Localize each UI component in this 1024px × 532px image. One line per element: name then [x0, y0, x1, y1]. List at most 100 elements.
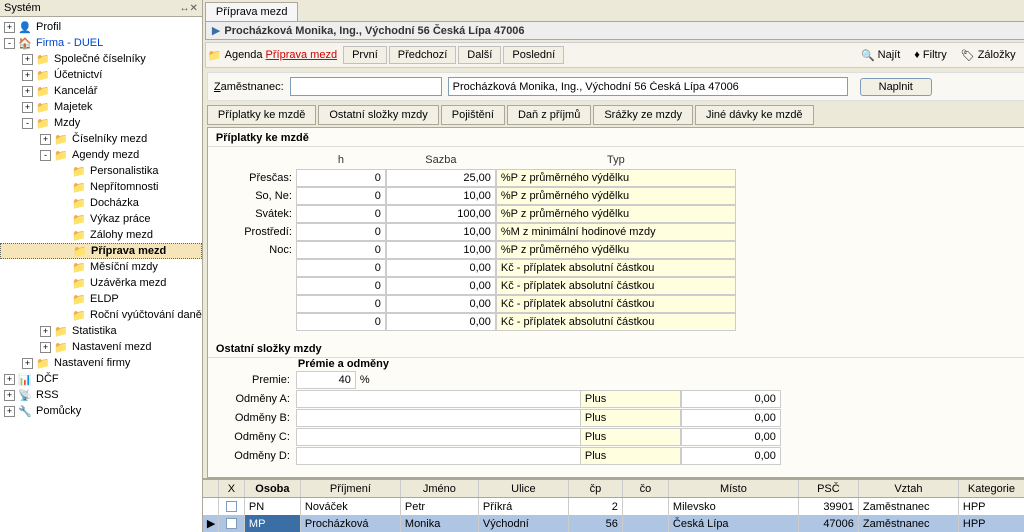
odmeny-text-input[interactable]	[296, 390, 581, 408]
col-kategorie[interactable]: Kategorie	[959, 480, 1024, 497]
odmeny-plus-input[interactable]	[581, 409, 681, 427]
tree-item[interactable]: 📁Docházka	[0, 195, 202, 211]
cell-h[interactable]: 0	[296, 223, 386, 241]
cell-sazba[interactable]: 25,00	[386, 169, 496, 187]
tree-item[interactable]: +📡RSS	[0, 387, 202, 403]
col-jmeno[interactable]: Jméno	[401, 480, 479, 497]
tree-item[interactable]: +📁Číselníky mezd	[0, 131, 202, 147]
cell-h[interactable]: 0	[296, 169, 386, 187]
expand-icon[interactable]: -	[22, 118, 33, 129]
tree-item[interactable]: 📁Zálohy mezd	[0, 227, 202, 243]
nav-prev-button[interactable]: Předchozí	[389, 46, 457, 64]
expand-icon[interactable]: +	[4, 374, 15, 385]
cell-sazba[interactable]: 0,00	[386, 277, 496, 295]
cell-typ[interactable]: Kč - příplatek absolutní částkou	[496, 277, 736, 295]
toolbar-agenda-name[interactable]: Příprava mezd	[266, 49, 338, 61]
tree-item[interactable]: +📁Majetek	[0, 99, 202, 115]
odmeny-text-input[interactable]	[296, 447, 581, 465]
odmeny-plus-input[interactable]	[581, 447, 681, 465]
expand-icon[interactable]: -	[4, 38, 15, 49]
main-tab[interactable]: Příprava mezd	[205, 2, 299, 21]
bookmarks-button[interactable]: 🏷Záložky	[955, 47, 1022, 64]
cell-h[interactable]: 0	[296, 205, 386, 223]
odmeny-plus-input[interactable]	[581, 428, 681, 446]
col-ulice[interactable]: Ulice	[479, 480, 569, 497]
expand-icon[interactable]: +	[22, 54, 33, 65]
subtab[interactable]: Pojištění	[441, 105, 505, 125]
table-row[interactable]: ▶MPProcházkováMonikaVýchodní56Česká Lípa…	[203, 515, 1024, 532]
tree-item[interactable]: 📁ELDP	[0, 291, 202, 307]
expand-icon[interactable]	[58, 230, 69, 241]
tree-item[interactable]: 📁Příprava mezd	[0, 243, 202, 259]
cell-h[interactable]: 0	[296, 313, 386, 331]
cell-typ[interactable]: Kč - příplatek absolutní částkou	[496, 259, 736, 277]
cell-sazba[interactable]: 100,00	[386, 205, 496, 223]
expand-icon[interactable]	[59, 246, 70, 257]
sidebar-collapse-icon[interactable]: ↔✕	[180, 3, 198, 14]
tree-item[interactable]: -📁Mzdy	[0, 115, 202, 131]
tree-item[interactable]: +📁Kancelář	[0, 83, 202, 99]
tree-item[interactable]: 📁Výkaz práce	[0, 211, 202, 227]
employee-code-input[interactable]	[290, 77, 442, 96]
subtab[interactable]: Jiné dávky ke mzdě	[695, 105, 814, 125]
expand-icon[interactable]: +	[22, 358, 33, 369]
cell-sazba[interactable]: 0,00	[386, 313, 496, 331]
odmeny-value-input[interactable]	[681, 390, 781, 408]
tree-item[interactable]: +📁Nastavení mezd	[0, 339, 202, 355]
cell-sazba[interactable]: 10,00	[386, 187, 496, 205]
subtab[interactable]: Příplatky ke mzdě	[207, 105, 316, 125]
expand-icon[interactable]: +	[22, 70, 33, 81]
expand-icon[interactable]	[58, 182, 69, 193]
col-x[interactable]: X	[219, 480, 245, 497]
cell-checkbox[interactable]	[219, 498, 245, 515]
cell-sazba[interactable]: 0,00	[386, 259, 496, 277]
tree-item[interactable]: +👤Profil	[0, 19, 202, 35]
col-misto[interactable]: Místo	[669, 480, 799, 497]
odmeny-value-input[interactable]	[681, 447, 781, 465]
expand-icon[interactable]: -	[40, 150, 51, 161]
odmeny-value-input[interactable]	[681, 428, 781, 446]
tree-item[interactable]: +🔧Pomůcky	[0, 403, 202, 419]
nav-tree[interactable]: +👤Profil-🏠Firma - DUEL+📁Společné číselní…	[0, 17, 202, 532]
col-vztah[interactable]: Vztah	[859, 480, 959, 497]
cell-h[interactable]: 0	[296, 277, 386, 295]
expand-icon[interactable]	[58, 262, 69, 273]
cell-typ[interactable]: Kč - příplatek absolutní částkou	[496, 313, 736, 331]
expand-icon[interactable]	[58, 278, 69, 289]
tree-item[interactable]: +📁Účetnictví	[0, 67, 202, 83]
expand-icon[interactable]: +	[22, 86, 33, 97]
cell-h[interactable]: 0	[296, 295, 386, 313]
cell-checkbox[interactable]	[219, 515, 245, 532]
subtab[interactable]: Ostatní složky mzdy	[318, 105, 438, 125]
tree-item[interactable]: 📁Nepřítomnosti	[0, 179, 202, 195]
tree-item[interactable]: 📁Měsíční mzdy	[0, 259, 202, 275]
tree-item[interactable]: +📁Společné číselníky	[0, 51, 202, 67]
expand-icon[interactable]: +	[40, 342, 51, 353]
col-osoba[interactable]: Osoba	[245, 480, 301, 497]
nav-last-button[interactable]: Poslední	[503, 46, 564, 64]
cell-typ[interactable]: Kč - příplatek absolutní částkou	[496, 295, 736, 313]
cell-typ[interactable]: %M z minimální hodinové mzdy	[496, 223, 736, 241]
cell-h[interactable]: 0	[296, 187, 386, 205]
col-psc[interactable]: PSČ	[799, 480, 859, 497]
odmeny-value-input[interactable]	[681, 409, 781, 427]
expand-icon[interactable]	[58, 294, 69, 305]
cell-sazba[interactable]: 10,00	[386, 223, 496, 241]
odmeny-plus-input[interactable]	[581, 390, 681, 408]
cell-typ[interactable]: %P z průměrného výdělku	[496, 187, 736, 205]
nav-first-button[interactable]: První	[343, 46, 387, 64]
expand-icon[interactable]: +	[40, 326, 51, 337]
odmeny-text-input[interactable]	[296, 409, 581, 427]
cell-typ[interactable]: %P z průměrného výdělku	[496, 241, 736, 259]
tree-item[interactable]: -📁Agendy mezd	[0, 147, 202, 163]
cell-h[interactable]: 0	[296, 259, 386, 277]
nav-next-button[interactable]: Další	[458, 46, 501, 64]
cell-typ[interactable]: %P z průměrného výdělku	[496, 205, 736, 223]
filter-button[interactable]: ♦Filtry	[908, 47, 952, 64]
odmeny-text-input[interactable]	[296, 428, 581, 446]
expand-icon[interactable]	[58, 214, 69, 225]
expand-icon[interactable]: +	[40, 134, 51, 145]
expand-icon[interactable]: +	[4, 406, 15, 417]
col-co[interactable]: čo	[623, 480, 669, 497]
col-prijmeni[interactable]: Příjmení	[301, 480, 401, 497]
